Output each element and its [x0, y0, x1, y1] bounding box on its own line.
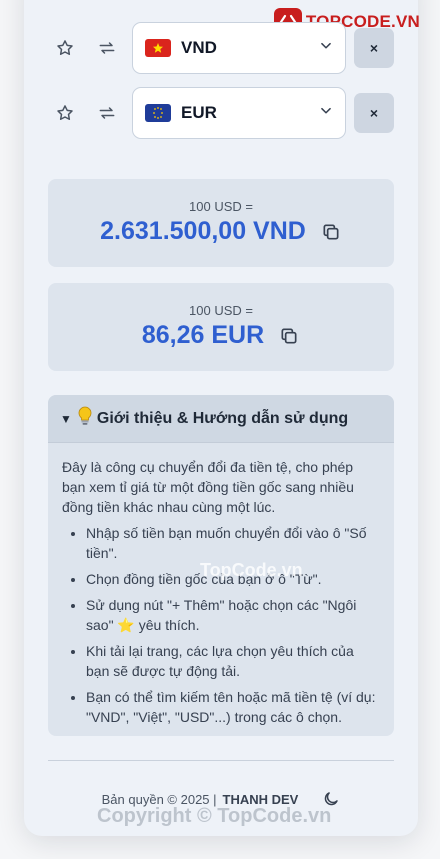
currency-code: EUR [181, 103, 217, 122]
list-item: Sử dụng nút "+ Thêm" hoặc chọn các "Ngôi… [86, 595, 380, 635]
list-item: Bạn có thể tìm kiếm tên hoặc mã tiền tệ … [86, 687, 380, 727]
copy-icon[interactable] [278, 325, 300, 347]
footer: Bản quyền © 2025 | THANH DEV [48, 790, 394, 808]
triangle-down-icon: ▼ [60, 411, 72, 426]
currency-row: EUR × [48, 87, 394, 139]
result-card: 100 USD = 2.631.500,00 VND [48, 179, 394, 267]
copyright-text: Bản quyền © 2025 | [101, 791, 217, 807]
moon-icon[interactable] [322, 790, 340, 808]
list-item: Chọn đồng tiền gốc của bạn ở ô "Từ". [86, 569, 380, 589]
result-value: 2.631.500,00 VND [100, 217, 306, 245]
remove-button[interactable]: × [354, 28, 394, 68]
guide-panel: ▼ Giới thiệu & Hướng dẫn sử dụng Đây là … [48, 395, 394, 736]
list-item: Khi tải lại trang, các lựa chọn yêu thíc… [86, 641, 380, 681]
guide-toggle[interactable]: ▼ Giới thiệu & Hướng dẫn sử dụng [48, 395, 394, 443]
chevron-down-icon [319, 39, 333, 58]
guide-list: Nhập số tiền bạn muốn chuyển đổi vào ô "… [62, 523, 380, 727]
currency-select[interactable]: VND [132, 22, 346, 74]
vietnam-flag-icon [145, 39, 171, 57]
list-item: Nhập số tiền bạn muốn chuyển đổi vào ô "… [86, 523, 380, 563]
guide-body: Đây là công cụ chuyển đổi đa tiền tệ, ch… [48, 443, 394, 727]
result-card: 100 USD = 86,26 EUR [48, 283, 394, 371]
guide-intro: Đây là công cụ chuyển đổi đa tiền tệ, ch… [62, 459, 354, 515]
swap-icon[interactable] [90, 96, 124, 130]
remove-button[interactable]: × [354, 93, 394, 133]
copy-icon[interactable] [320, 221, 342, 243]
swap-icon[interactable] [90, 31, 124, 65]
star-icon[interactable] [48, 31, 82, 65]
currency-select[interactable]: EUR [132, 87, 346, 139]
guide-title: Giới thiệu & Hướng dẫn sử dụng [96, 409, 349, 427]
currency-row: VND × [48, 22, 394, 74]
chevron-down-icon [319, 104, 333, 123]
result-label: 100 USD = [189, 199, 253, 214]
result-label: 100 USD = [189, 303, 253, 318]
author-name: THANH DEV [222, 791, 299, 807]
lightbulb-icon [78, 406, 92, 431]
star-icon[interactable] [48, 96, 82, 130]
currency-code: VND [181, 38, 217, 57]
footer-divider [48, 760, 394, 761]
result-value: 86,26 EUR [141, 321, 265, 349]
eu-flag-icon [145, 104, 171, 122]
